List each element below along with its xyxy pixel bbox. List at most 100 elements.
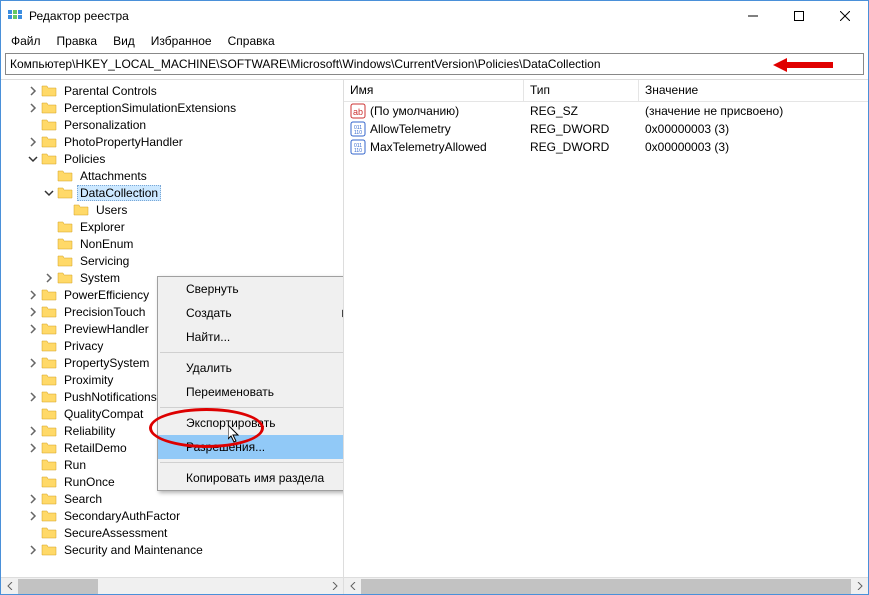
tree-node[interactable]: Explorer <box>1 218 343 235</box>
address-bar[interactable]: Компьютер\HKEY_LOCAL_MACHINE\SOFTWARE\Mi… <box>5 53 864 75</box>
value-row[interactable]: ab(По умолчанию)REG_SZ(значение не присв… <box>344 102 868 120</box>
expand-icon[interactable] <box>27 442 39 454</box>
expand-icon[interactable] <box>27 391 39 403</box>
maximize-button[interactable] <box>776 1 822 31</box>
tree-node-label: Explorer <box>77 220 128 234</box>
column-value[interactable]: Значение <box>639 80 868 101</box>
collapse-icon[interactable] <box>43 187 55 199</box>
dword-value-icon: 011110 <box>350 139 366 155</box>
tree-node[interactable]: SecondaryAuthFactor <box>1 507 343 524</box>
expand-icon[interactable] <box>27 510 39 522</box>
menu-favorites[interactable]: Избранное <box>143 32 220 50</box>
context-menu-item[interactable]: Найти... <box>158 325 344 349</box>
expand-icon[interactable] <box>27 323 39 335</box>
tree-node-label: PushNotifications <box>61 390 160 404</box>
folder-icon <box>41 372 57 388</box>
folder-icon <box>57 219 73 235</box>
expand-icon[interactable] <box>27 425 39 437</box>
context-menu-item[interactable]: Копировать имя раздела <box>158 466 344 490</box>
tree-node-label: Search <box>61 492 105 506</box>
svg-text:110: 110 <box>354 148 362 154</box>
column-type[interactable]: Тип <box>524 80 639 101</box>
menu-edit[interactable]: Правка <box>49 32 106 50</box>
context-menu-item[interactable]: Переименовать <box>158 380 344 404</box>
folder-icon <box>41 134 57 150</box>
context-menu-item[interactable]: Удалить <box>158 356 344 380</box>
tree-node[interactable]: NonEnum <box>1 235 343 252</box>
menu-help[interactable]: Справка <box>220 32 283 50</box>
expander-none <box>59 204 71 216</box>
scroll-left-button[interactable] <box>344 578 361 595</box>
tree-node[interactable]: Policies <box>1 150 343 167</box>
folder-icon <box>41 355 57 371</box>
context-menu-item[interactable]: Экспортировать <box>158 411 344 435</box>
context-menu-item[interactable]: Создать▶ <box>158 301 344 325</box>
expand-icon[interactable] <box>43 272 55 284</box>
tree-node-label: SecureAssessment <box>61 526 170 540</box>
menu-view[interactable]: Вид <box>105 32 143 50</box>
collapse-icon[interactable] <box>27 153 39 165</box>
folder-icon <box>57 253 73 269</box>
tree-node-label: PropertySystem <box>61 356 152 370</box>
folder-icon <box>41 100 57 116</box>
close-button[interactable] <box>822 1 868 31</box>
expand-icon[interactable] <box>27 306 39 318</box>
tree-node-label: RetailDemo <box>61 441 130 455</box>
tree-node[interactable]: Security and Maintenance <box>1 541 343 558</box>
expand-icon[interactable] <box>27 136 39 148</box>
folder-icon <box>41 151 57 167</box>
expand-icon[interactable] <box>27 493 39 505</box>
expand-icon[interactable] <box>27 85 39 97</box>
context-menu-item[interactable]: Свернуть <box>158 277 344 301</box>
menubar: Файл Правка Вид Избранное Справка <box>1 31 868 51</box>
tree-node[interactable]: Users <box>1 201 343 218</box>
minimize-button[interactable] <box>730 1 776 31</box>
tree-node[interactable]: Parental Controls <box>1 82 343 99</box>
menu-item-label: Создать <box>186 306 232 320</box>
values-pane: Имя Тип Значение ab(По умолчанию)REG_SZ(… <box>344 80 868 594</box>
expand-icon[interactable] <box>27 357 39 369</box>
scroll-right-button[interactable] <box>851 578 868 595</box>
context-menu-item[interactable]: Разрешения... <box>158 435 344 459</box>
expand-icon[interactable] <box>27 289 39 301</box>
tree-node-label: PhotoPropertyHandler <box>61 135 186 149</box>
tree-node[interactable]: Personalization <box>1 116 343 133</box>
menu-file[interactable]: Файл <box>3 32 49 50</box>
window-controls <box>730 1 868 31</box>
tree-hscrollbar[interactable] <box>1 577 343 594</box>
tree-node[interactable]: DataCollection <box>1 184 343 201</box>
folder-icon <box>41 389 57 405</box>
expand-icon[interactable] <box>27 544 39 556</box>
tree-node-label: PreviewHandler <box>61 322 152 336</box>
tree-node-label: RunOnce <box>61 475 118 489</box>
expand-icon[interactable] <box>27 102 39 114</box>
tree-node-label: Proximity <box>61 373 116 387</box>
folder-icon <box>41 83 57 99</box>
scroll-thumb[interactable] <box>18 579 98 594</box>
scroll-thumb[interactable] <box>361 579 851 594</box>
tree-node-label: PrecisionTouch <box>61 305 148 319</box>
value-type: REG_DWORD <box>530 140 645 154</box>
values-list[interactable]: ab(По умолчанию)REG_SZ(значение не присв… <box>344 102 868 577</box>
tree-node[interactable]: Attachments <box>1 167 343 184</box>
annotation-arrow-icon <box>773 56 833 77</box>
expander-none <box>27 527 39 539</box>
value-name-cell: 011110MaxTelemetryAllowed <box>350 139 530 155</box>
scroll-right-button[interactable] <box>326 578 343 595</box>
folder-icon <box>73 202 89 218</box>
tree-node[interactable]: PerceptionSimulationExtensions <box>1 99 343 116</box>
tree-node[interactable]: Servicing <box>1 252 343 269</box>
value-row[interactable]: 011110MaxTelemetryAllowedREG_DWORD0x0000… <box>344 138 868 156</box>
tree-node[interactable]: PhotoPropertyHandler <box>1 133 343 150</box>
values-hscrollbar[interactable] <box>344 577 868 594</box>
value-data: (значение не присвоено) <box>645 104 868 118</box>
value-data: 0x00000003 (3) <box>645 140 868 154</box>
value-row[interactable]: 011110AllowTelemetryREG_DWORD0x00000003 … <box>344 120 868 138</box>
column-name[interactable]: Имя <box>344 80 524 101</box>
tree-node-label: Personalization <box>61 118 149 132</box>
menu-item-label: Найти... <box>186 330 230 344</box>
tree-node[interactable]: Search <box>1 490 343 507</box>
tree-node-label: Users <box>93 203 130 217</box>
scroll-left-button[interactable] <box>1 578 18 595</box>
tree-node[interactable]: SecureAssessment <box>1 524 343 541</box>
